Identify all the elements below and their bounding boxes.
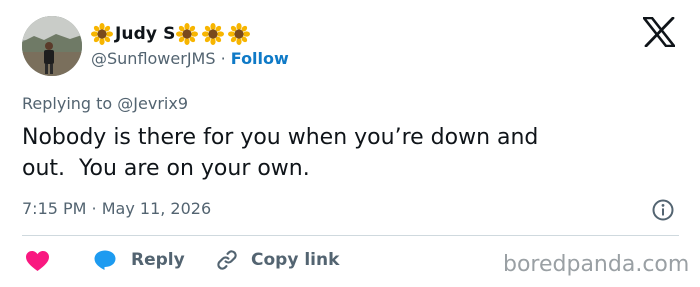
sunflower-icon (91, 23, 113, 45)
author-name[interactable]: Judy S (115, 24, 175, 44)
reply-button[interactable]: Reply (93, 245, 185, 275)
info-icon[interactable] (651, 198, 675, 222)
separator-dot: · (220, 49, 226, 68)
timestamp[interactable]: 7:15 PM · May 11, 2026 (22, 199, 211, 218)
copy-link-label: Copy link (251, 250, 340, 270)
replying-to[interactable]: Replying to @Jevrix9 (22, 94, 188, 113)
copy-link-button[interactable]: Copy link (215, 245, 339, 275)
avatar[interactable] (22, 16, 82, 76)
watermark: boredpanda.com (503, 252, 690, 277)
divider (22, 235, 679, 236)
sunflower-icon (228, 23, 251, 45)
author-name-row[interactable]: Judy S (91, 20, 251, 48)
follow-button[interactable]: Follow (231, 49, 289, 68)
x-logo-icon[interactable] (643, 17, 675, 47)
speech-bubble-icon (94, 250, 116, 270)
sunflower-icon (176, 23, 199, 45)
sunflower-icon (202, 23, 225, 45)
author-handle[interactable]: @SunflowerJMS (91, 49, 216, 68)
reply-label: Reply (131, 250, 185, 270)
heart-icon[interactable] (25, 250, 50, 272)
tweet-text: Nobody is there for you when you’re down… (22, 125, 539, 181)
link-icon (217, 250, 237, 270)
author-handle-row: @SunflowerJMS · Follow (91, 49, 289, 68)
